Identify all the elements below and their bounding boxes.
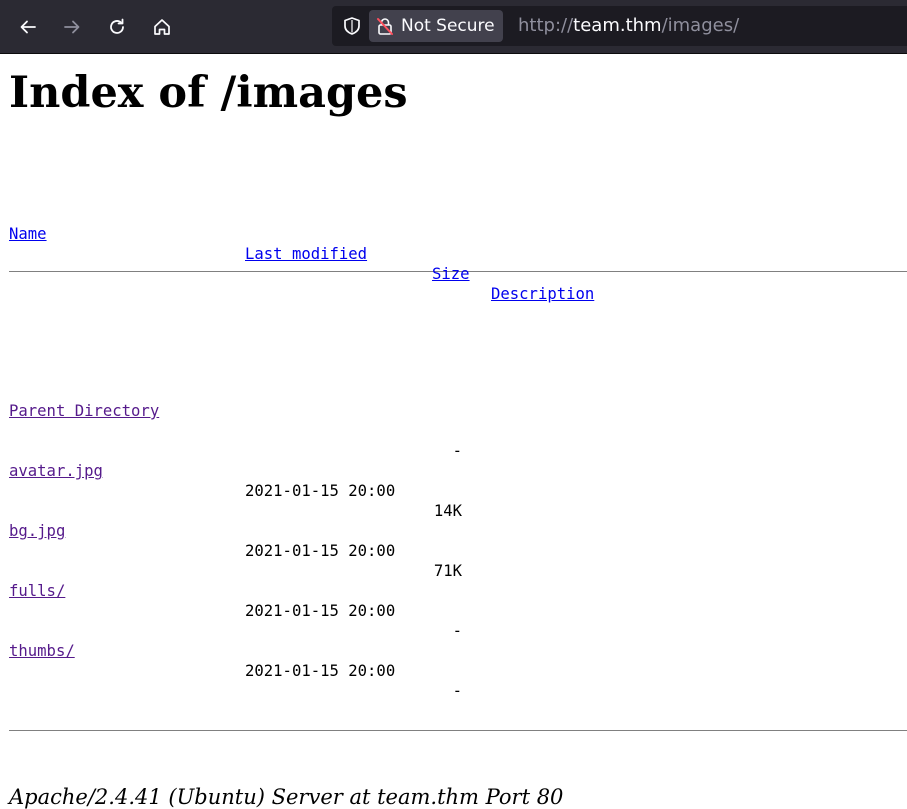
url-host: team.thm <box>573 15 662 36</box>
page-content: Index of /images Name Last modified Size… <box>0 54 907 809</box>
table-row: Parent Directory - <box>9 381 907 460</box>
sort-by-name-link[interactable]: Name <box>9 224 47 244</box>
modified-cell: 2021-01-15 20:00 <box>245 662 396 680</box>
table-row: thumbs/ 2021-01-15 20:00 - <box>9 621 907 700</box>
table-row: fulls/ 2021-01-15 20:00 - <box>9 561 907 640</box>
site-security-button[interactable]: Not Secure <box>369 10 503 42</box>
table-row: bg.jpg 2021-01-15 20:00 71K <box>9 501 907 580</box>
browser-toolbar: Not Secure http://team.thm/images/ <box>0 0 907 54</box>
url-path: /images/ <box>661 15 740 36</box>
file-link-avatar[interactable]: avatar.jpg <box>9 461 103 481</box>
modified-cell: 2021-01-15 20:00 <box>245 602 396 620</box>
table-row: avatar.jpg 2021-01-15 20:00 14K <box>9 441 907 520</box>
directory-listing: Name Last modified Size Description Pare… <box>9 130 907 771</box>
sort-by-description-link[interactable]: Description <box>491 284 594 304</box>
page-title: Index of /images <box>9 68 408 118</box>
divider-bottom <box>9 730 907 731</box>
listing-header: Name Last modified Size Description <box>9 204 907 303</box>
reload-button[interactable] <box>102 12 132 42</box>
home-button[interactable] <box>147 12 177 42</box>
insecure-lock-icon <box>377 18 393 35</box>
file-link-bg[interactable]: bg.jpg <box>9 521 65 541</box>
back-button[interactable] <box>13 12 43 42</box>
forward-button[interactable] <box>57 12 87 42</box>
modified-cell: 2021-01-15 20:00 <box>245 542 396 560</box>
server-signature: Apache/2.4.41 (Ubuntu) Server at team.th… <box>9 785 564 809</box>
home-icon <box>154 19 170 35</box>
parent-directory-link[interactable]: Parent Directory <box>9 401 159 421</box>
tracking-protection-button[interactable] <box>340 14 364 38</box>
folder-link-thumbs[interactable]: thumbs/ <box>9 641 75 661</box>
folder-link-fulls[interactable]: fulls/ <box>9 581 65 601</box>
url-text[interactable]: http://team.thm/images/ <box>518 15 739 36</box>
size-cell: - <box>452 682 462 700</box>
reload-icon <box>110 18 124 34</box>
sort-by-size-link[interactable]: Size <box>432 264 470 284</box>
forward-icon <box>64 20 80 34</box>
listing-rows: Parent Directory - avatar.jpg 2021-01-15… <box>9 341 907 700</box>
not-secure-label: Not Secure <box>401 16 495 36</box>
sort-by-modified-link[interactable]: Last modified <box>245 244 367 264</box>
url-bar[interactable]: Not Secure http://team.thm/images/ <box>332 6 907 46</box>
url-scheme: http:// <box>518 15 574 36</box>
back-icon <box>20 20 36 34</box>
shield-icon <box>344 17 360 35</box>
modified-cell: 2021-01-15 20:00 <box>245 482 396 500</box>
